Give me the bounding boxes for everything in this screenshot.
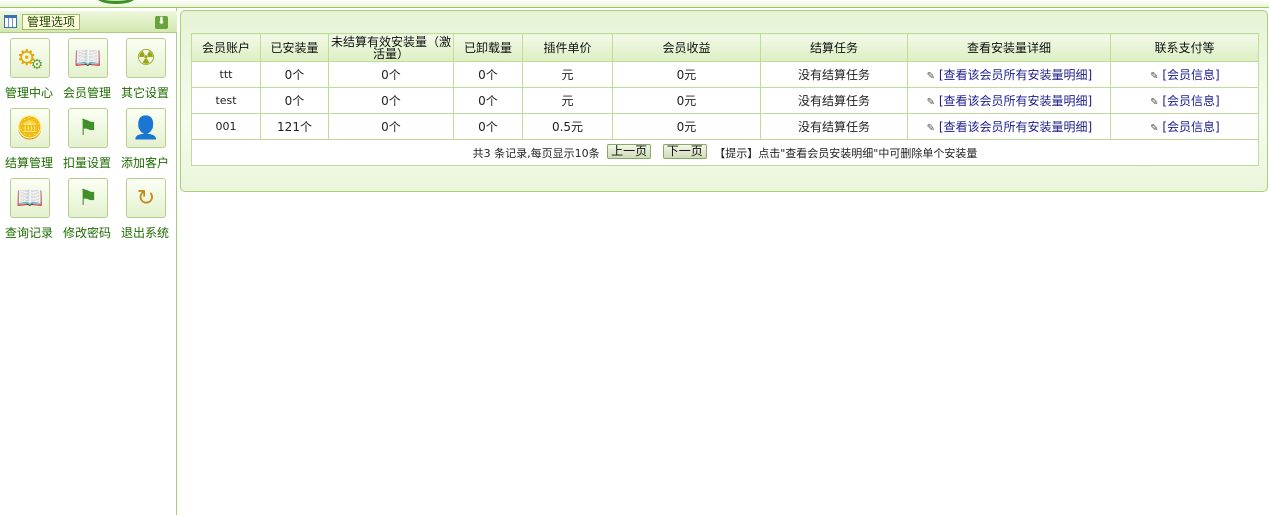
sidebar-item-label: 添加客户 [120,156,169,170]
cell-contact: ✎ [会员信息] [1110,61,1259,88]
sidebar-item-label: 修改密码 [62,226,111,240]
column-header: 已安装量 [260,33,329,62]
sidebar-item-other-settings[interactable]: ☢ 其它设置 [116,38,174,100]
column-header: 会员收益 [612,33,761,62]
cell-task: 没有结算任务 [760,61,908,88]
cell-unsettled: 0个 [328,87,454,114]
cell-income: 0元 [612,113,761,140]
install-detail-link[interactable]: [查看该会员所有安装量明细] [939,94,1092,108]
cell-uninstalled: 0个 [453,87,523,114]
table-row: 001 121个 0个 0个 0.5元 0元 没有结算任务 ✎ [查看该会员所有安… [191,113,1259,140]
cell-income: 0元 [612,61,761,88]
cell-price: 0.5元 [522,113,613,140]
sidebar-item-label: 扣量设置 [62,156,111,170]
pencil-icon: ✎ [926,123,935,134]
cell-task: 没有结算任务 [760,87,908,114]
cell-price: 元 [522,61,613,88]
sidebar-item-label: 退出系统 [120,226,169,240]
column-header: 查看安装量详细 [907,33,1111,62]
member-info-link[interactable]: [会员信息] [1162,68,1219,82]
sidebar-item-deduction-settings[interactable]: ⚑ 扣量设置 [58,108,116,170]
column-header: 联系支付等 [1110,33,1259,62]
sidebar-item-label: 结算管理 [4,156,53,170]
cell-unsettled: 0个 [328,113,454,140]
column-header: 已卸载量 [453,33,523,62]
book-refresh-icon: 📖 [10,178,50,218]
cell-task: 没有结算任务 [760,113,908,140]
calendar-icon [4,15,17,28]
sidebar-item-add-customer[interactable]: 👤 添加客户 [116,108,174,170]
tip-text: 【提示】点击"查看会员安装明细"中可删除单个安装量 [714,147,978,160]
user-add-icon: 👤 [126,108,166,148]
sidebar-item-change-password[interactable]: ⚑ 修改密码 [58,178,116,240]
sidebar-title: 管理选项 [22,14,81,30]
cell-uninstalled: 0个 [453,61,523,88]
prev-page-button[interactable]: 上一页 [607,144,652,159]
member-table: 会员账户 已安装量 未结算有效安装量（激活量） 已卸载量 插件单价 会员收益 结… [191,33,1259,166]
table-row: test 0个 0个 0个 元 0元 没有结算任务 ✎ [查看该会员所有安装量明细… [191,87,1259,114]
member-table-wrapper: 会员账户 已安装量 未结算有效安装量（激活量） 已卸载量 插件单价 会员收益 结… [191,33,1259,167]
flag-icon: ⚑ [68,108,108,148]
pagination-cell: 共3 条记录,每页显示10条 上一页 下一页 【提示】点击"查看会员安装明细"中… [191,139,1259,166]
table-row: ttt 0个 0个 0个 元 0元 没有结算任务 ✎ [查看该会员所有安装量明细]… [191,61,1259,88]
sidebar-item-management-center[interactable]: ⚙ ⚙ 管理中心 [0,38,58,100]
pencil-icon: ✎ [1150,97,1159,108]
sidebar-item-label: 查询记录 [4,226,53,240]
sidebar: 管理选项 ⬇ ⚙ ⚙ 管理中心 📖 会员管理 ☢ 其它设置 🪙 结算管理 ⚑ 扣量… [0,8,177,515]
cell-income: 0元 [612,87,761,114]
cell-account: 001 [191,113,261,140]
sidebar-header: 管理选项 ⬇ [0,11,177,33]
flags-icon: ⚑ [68,178,108,218]
cell-installed: 0个 [260,61,329,88]
column-header: 插件单价 [522,33,613,62]
cell-installed: 0个 [260,87,329,114]
member-info-link[interactable]: [会员信息] [1162,120,1219,134]
install-detail-link[interactable]: [查看该会员所有安装量明细] [939,68,1092,82]
arrow-down-icon[interactable]: ⬇ [155,16,168,29]
pagination-row: 共3 条记录,每页显示10条 上一页 下一页 【提示】点击"查看会员安装明细"中… [191,139,1259,166]
cell-installed: 121个 [260,113,329,140]
install-detail-link[interactable]: [查看该会员所有安装量明细] [939,120,1092,134]
member-info-link[interactable]: [会员信息] [1162,94,1219,108]
cell-detail: ✎ [查看该会员所有安装量明细] [907,87,1111,114]
sidebar-item-member-management[interactable]: 📖 会员管理 [58,38,116,100]
coins-icon: 🪙 [10,108,50,148]
sidebar-item-settlement-management[interactable]: 🪙 结算管理 [0,108,58,170]
radiation-icon: ☢ [126,38,166,78]
sidebar-item-query-records[interactable]: 📖 查询记录 [0,178,58,240]
cell-account: ttt [191,61,261,88]
next-page-button[interactable]: 下一页 [662,144,707,159]
record-summary: 共3 条记录,每页显示10条 [472,147,600,160]
exit-refresh-icon: ↻ [126,178,166,218]
cell-detail: ✎ [查看该会员所有安装量明细] [907,113,1111,140]
main-panel: 会员账户 已安装量 未结算有效安装量（激活量） 已卸载量 插件单价 会员收益 结… [180,10,1268,192]
table-header-row: 会员账户 已安装量 未结算有效安装量（激活量） 已卸载量 插件单价 会员收益 结… [191,33,1259,62]
pencil-icon: ✎ [926,71,935,82]
sidebar-item-label: 会员管理 [62,86,111,100]
sidebar-item-label: 其它设置 [120,86,169,100]
logo-icon [96,0,136,4]
column-header: 未结算有效安装量（激活量） [328,33,454,62]
gears-icon: ⚙ ⚙ [10,38,50,78]
cell-contact: ✎ [会员信息] [1110,87,1259,114]
cell-detail: ✎ [查看该会员所有安装量明细] [907,61,1111,88]
book-refresh-icon: 📖 [68,38,108,78]
column-header: 结算任务 [760,33,908,62]
cell-account: test [191,87,261,114]
pencil-icon: ✎ [926,97,935,108]
sidebar-item-logout[interactable]: ↻ 退出系统 [116,178,174,240]
pencil-icon: ✎ [1150,123,1159,134]
pencil-icon: ✎ [1150,71,1159,82]
top-banner [0,0,1269,8]
column-header: 会员账户 [191,33,261,62]
cell-contact: ✎ [会员信息] [1110,113,1259,140]
sidebar-item-label: 管理中心 [4,86,53,100]
cell-unsettled: 0个 [328,61,454,88]
cell-price: 元 [522,87,613,114]
cell-uninstalled: 0个 [453,113,523,140]
